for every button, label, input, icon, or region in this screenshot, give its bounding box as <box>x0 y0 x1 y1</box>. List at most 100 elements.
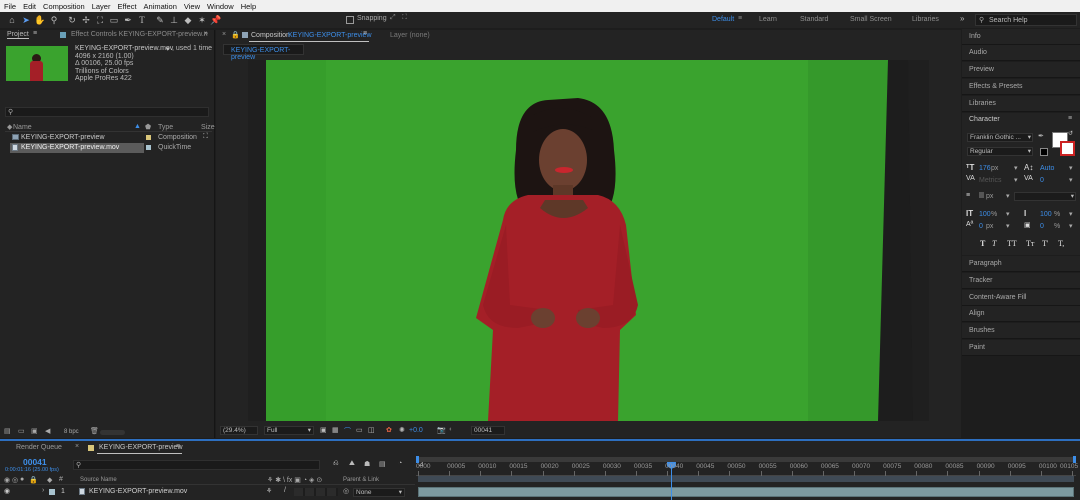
panel-preview[interactable]: Preview <box>962 62 1080 78</box>
column-parent-link[interactable]: Parent & Link <box>343 477 379 483</box>
label-column-icon[interactable]: ◆ <box>7 123 12 131</box>
pen-icon[interactable]: ✒ <box>122 14 134 26</box>
flowchart-icon[interactable]: ⛶ <box>203 133 208 141</box>
menu-help[interactable]: Help <box>241 2 256 11</box>
label-color-swatch[interactable] <box>146 135 151 140</box>
show-snapshot-icon[interactable]: ◐ <box>449 426 453 433</box>
camera-orbit-icon[interactable]: ✢ <box>80 14 92 26</box>
workspace-overflow-icon[interactable]: » <box>960 14 964 23</box>
workspace-learn[interactable]: Learn <box>759 16 777 23</box>
roto-brush-icon[interactable]: ✶ <box>196 14 208 26</box>
tab-render-queue[interactable]: Render Queue <box>16 444 62 451</box>
work-area-bar[interactable] <box>418 476 1074 482</box>
vertical-scale-value[interactable]: 100 <box>979 211 991 218</box>
tab-composition-prefix[interactable]: Composition <box>251 32 290 39</box>
new-folder-icon[interactable]: ▭ <box>18 427 25 435</box>
horizontal-scale-value[interactable]: 100 <box>1040 211 1052 218</box>
puppet-pin-icon[interactable]: 📌 <box>210 14 222 26</box>
comp-panel-menu-icon[interactable]: × <box>222 31 226 38</box>
hand-icon[interactable]: ✋ <box>34 14 46 26</box>
pan-behind-icon[interactable]: ⛶ <box>94 14 106 26</box>
panel-libraries[interactable]: Libraries <box>962 96 1080 112</box>
channel-icon[interactable]: ◫ <box>368 426 375 434</box>
snap-feature-icon[interactable]: ⛶ <box>402 14 407 22</box>
clone-stamp-icon[interactable]: ⊥ <box>168 14 180 26</box>
small-caps-button[interactable]: Tт <box>1026 239 1034 248</box>
tab-project[interactable]: Project <box>7 31 29 39</box>
column-size[interactable]: Size <box>201 124 215 131</box>
lock-switch-icon[interactable]: 🔒 <box>29 476 38 484</box>
label-column-icon[interactable]: ◆ <box>47 476 52 484</box>
comp-breadcrumb[interactable]: KEYING-EXPORT-preview <box>223 44 304 61</box>
render-icon[interactable]: ◀ <box>45 427 50 435</box>
motion-blur-icon[interactable]: ◔ <box>398 460 402 467</box>
magnification-dropdown[interactable]: (29.4%) <box>220 426 258 435</box>
shy-layers-icon[interactable]: ☗ <box>364 460 370 468</box>
type-icon[interactable]: T <box>136 14 148 26</box>
faux-italic-button[interactable]: T <box>992 239 996 248</box>
timeline-search-input[interactable]: ⚲ <box>73 460 320 470</box>
menu-effect[interactable]: Effect <box>117 2 136 11</box>
video-switch-icon[interactable]: ◉ <box>4 476 10 484</box>
menu-view[interactable]: View <box>184 2 200 11</box>
parent-dropdown[interactable]: None ▾ <box>353 488 405 497</box>
panel-overflow-icon[interactable]: » <box>204 30 208 37</box>
current-time-display[interactable]: 00041 <box>23 457 47 467</box>
switch-boxes[interactable] <box>294 488 338 496</box>
guides-icon[interactable]: ▭ <box>356 426 363 434</box>
project-item-row[interactable]: KEYING-EXPORT-preview.mov QuickTime <box>5 143 212 153</box>
timeline-close-icon[interactable]: × <box>75 443 79 450</box>
swap-colors-icon[interactable]: ↺ <box>1068 130 1073 137</box>
timeline-tab-menu-icon[interactable]: ≡ <box>176 443 180 450</box>
comp-mini-flowchart-icon[interactable]: ⎌ <box>333 460 339 468</box>
tab-effect-controls[interactable]: Effect Controls KEYING-EXPORT-preview.n <box>71 31 208 38</box>
tracking-value[interactable]: 0 <box>1040 177 1044 184</box>
panel-brushes[interactable]: Brushes <box>962 323 1080 339</box>
rotate-icon[interactable]: ↻ <box>66 14 78 26</box>
baseline-shift-value[interactable]: 0 <box>979 223 983 230</box>
all-caps-button[interactable]: TT <box>1007 239 1017 248</box>
eyedropper-icon[interactable]: ✒ <box>1038 132 1044 140</box>
layer-expand-icon[interactable]: › <box>42 487 44 494</box>
menu-animation[interactable]: Animation <box>144 2 177 11</box>
faux-bold-button[interactable]: T <box>980 239 985 248</box>
effect-controls-lock-icon[interactable] <box>60 32 66 38</box>
sort-arrow-icon[interactable]: ▲ <box>134 123 141 130</box>
menu-file[interactable]: File <box>4 2 16 11</box>
subscript-button[interactable]: T, <box>1058 239 1064 248</box>
selection-arrow-icon[interactable]: ➤ <box>20 14 32 26</box>
workspace-libraries[interactable]: Libraries <box>912 16 939 23</box>
font-style-dropdown[interactable]: Regular ▾ <box>967 147 1033 156</box>
menu-layer[interactable]: Layer <box>92 2 111 11</box>
layer-visibility-icon[interactable]: ◉ <box>4 487 10 495</box>
project-item-row[interactable]: KEYING-EXPORT-preview Composition ⛶ <box>5 133 212 143</box>
collapse-switch-icon[interactable]: ⚘ <box>266 487 272 495</box>
column-type[interactable]: Type <box>158 124 173 131</box>
eraser-icon[interactable]: ◆ <box>182 14 194 26</box>
layer-number-icon[interactable]: # <box>59 476 63 483</box>
zoom-icon[interactable]: ⚲ <box>48 14 60 26</box>
workspace-default[interactable]: Default <box>712 16 734 23</box>
file-dropdown-icon[interactable]: ▾ <box>166 45 170 53</box>
tab-layer[interactable]: Layer (none) <box>390 32 430 39</box>
tab-timeline[interactable]: KEYING-EXPORT-preview <box>99 444 183 451</box>
viewer-timecode[interactable]: 00041 <box>471 426 505 435</box>
menu-window[interactable]: Window <box>207 2 234 11</box>
transparency-grid-icon[interactable]: ▦ <box>332 426 339 434</box>
composition-viewer[interactable] <box>248 60 929 421</box>
region-of-interest-icon[interactable]: ▣ <box>320 426 327 434</box>
layer-duration-bar[interactable] <box>418 487 1074 497</box>
solo-switch-icon[interactable]: ● <box>20 476 24 483</box>
snapping-checkbox[interactable] <box>346 16 354 24</box>
home-icon[interactable]: ⌂ <box>6 14 18 26</box>
brush-icon[interactable]: ✎ <box>154 14 166 26</box>
trash-icon[interactable]: 🗑 <box>90 427 99 435</box>
column-source-name[interactable]: Source Name <box>80 477 117 483</box>
resolution-dropdown[interactable]: Full ▾ <box>264 426 314 435</box>
new-composition-icon[interactable]: ▣ <box>31 427 38 435</box>
layer-label-swatch[interactable] <box>49 489 55 495</box>
bpc-label[interactable]: 8 bpc <box>64 429 79 435</box>
help-search-box[interactable]: ⚲ Search Help <box>975 14 1077 26</box>
workspace-standard[interactable]: Standard <box>800 16 828 23</box>
column-name[interactable]: Name <box>13 124 32 131</box>
